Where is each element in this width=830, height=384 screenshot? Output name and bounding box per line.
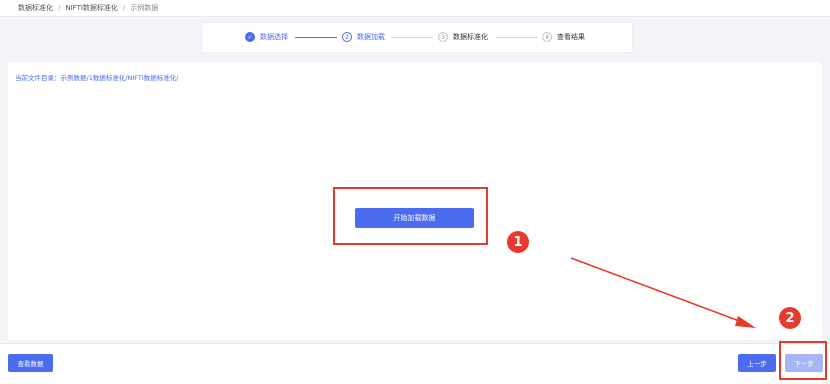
steps-bar: ✓ 数据选择 2 数据加载 3 数据标准化 4 查看结果 [201,22,633,53]
annotation-highlight-next [779,341,827,380]
breadcrumb-item-standardization[interactable]: 数据标准化 [18,1,53,15]
step-label: 数据选择 [260,33,288,41]
step-connector [496,37,538,38]
check-icon: ✓ [245,32,255,42]
step-data-selection[interactable]: ✓ 数据选择 [245,31,288,43]
step-view-results[interactable]: 4 查看结果 [542,31,585,43]
step-connector [391,37,433,38]
view-data-button[interactable]: 查看数据 [8,354,53,372]
top-bar: 数据标准化 / NIFTI数据标准化 / 示例数据 [0,0,830,17]
step-data-standardization[interactable]: 3 数据标准化 [438,31,488,43]
step-number: 2 [342,32,352,42]
step-label: 查看结果 [557,33,585,41]
current-directory: 当前文件目录：示例数据/1数据标准化/NIFTI数据标准化/ [15,74,179,82]
previous-step-button[interactable]: 上一步 [738,354,776,372]
breadcrumb-separator: / [122,4,126,12]
step-number: 3 [438,32,448,42]
annotation-highlight-load [333,187,488,245]
breadcrumb: 数据标准化 / NIFTI数据标准化 / 示例数据 [18,1,158,15]
step-data-loading[interactable]: 2 数据加载 [342,31,385,43]
step-label: 数据标准化 [453,33,488,41]
step-connector [295,37,337,38]
breadcrumb-item-current: 示例数据 [130,4,159,12]
step-label: 数据加载 [357,33,385,41]
step-number: 4 [542,32,552,42]
breadcrumb-separator: / [58,4,61,12]
annotation-marker-2: 2 [779,307,801,329]
annotation-marker-1: 1 [507,231,529,253]
breadcrumb-item-nifti[interactable]: NIFTI数据标准化 [65,1,118,15]
footer-bar: 查看数据 上一步 下一步 [0,343,830,384]
